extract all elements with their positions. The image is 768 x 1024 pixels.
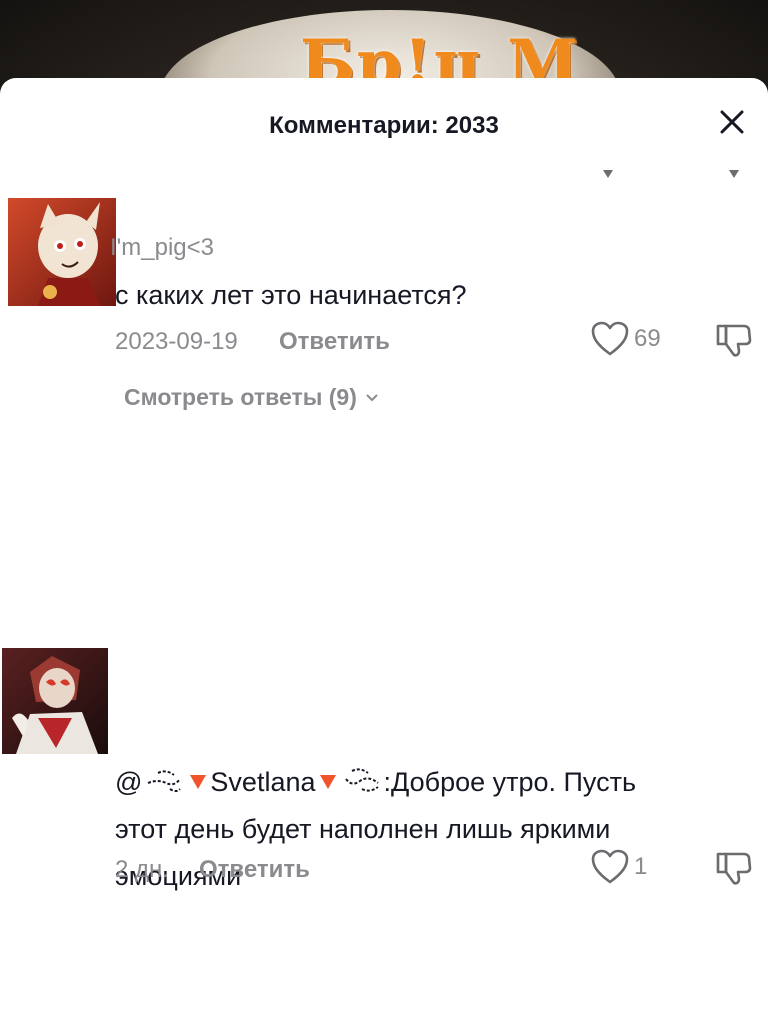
dislike-icon [716,852,752,885]
comment-text: @ Svetlana :Доброе утро. Пусть [115,759,636,806]
avatar[interactable] [2,648,108,754]
view-replies-label: Смотреть ответы (9) [124,384,357,410]
scroll-hint-icon [729,170,739,178]
dislike-button[interactable] [714,848,754,893]
dislike-button[interactable] [714,320,754,365]
comments-title: Комментарии: 2033 [269,112,499,139]
heart-icon [591,849,629,884]
view-replies-button[interactable]: Смотреть ответы (9) [124,384,379,411]
reply-button[interactable]: Ответить [279,328,390,356]
red-triangle-icon [319,775,336,789]
comment-text-line: этот день будет наполнен лишь яркими [115,814,611,844]
comment-date: 2023-09-19 [115,328,238,355]
comments-sheet: Комментарии: 2033 I'm_pig<3 с каких лет … [0,78,768,1024]
dislike-icon [716,324,752,357]
heart-icon [591,321,629,356]
like-button[interactable]: 1 [590,848,647,886]
like-count: 1 [634,853,648,880]
comment-username[interactable]: I'm_pig<3 [110,234,214,262]
like-button[interactable]: 69 [590,320,661,358]
close-icon[interactable] [716,106,748,138]
like-count: 69 [634,325,661,352]
reply-button[interactable]: Ответить [199,856,310,884]
red-triangle-icon [190,775,207,789]
wind-icon [148,770,182,792]
comment-text: с каких лет это начинается? [115,280,467,310]
wind-icon [344,768,379,792]
avatar[interactable] [8,198,116,306]
chevron-down-icon [366,393,378,401]
comment-body: :Доброе утро. Пусть [383,767,637,797]
scroll-hint-icon [603,170,613,178]
mention-prefix: @ [115,767,143,797]
comment-date: 2 дн. [115,856,169,883]
mention-username[interactable]: Svetlana [210,767,315,797]
